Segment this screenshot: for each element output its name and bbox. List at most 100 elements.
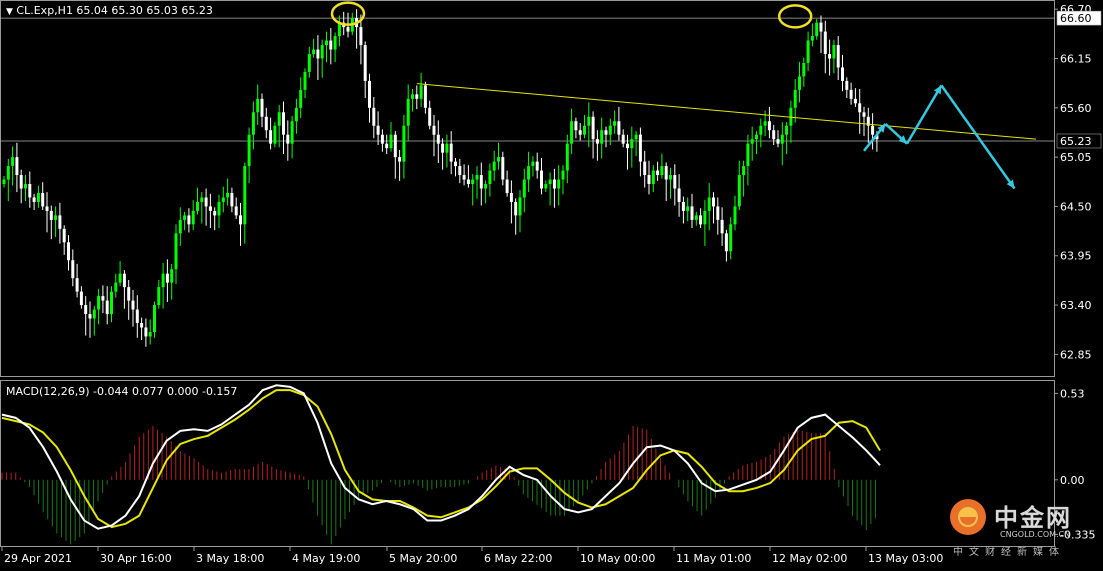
candle-bear: [841, 67, 844, 81]
candle-bear: [346, 27, 350, 32]
candle-bull: [583, 125, 586, 135]
chart-window[interactable]: 66.70 66.15 65.60 65.05 64.50 63.95 63.40 62.85…: [0, 0, 1103, 567]
candle-bull: [815, 22, 819, 37]
candle-bear: [144, 327, 148, 337]
candle-bull: [24, 184, 27, 189]
candle-bull: [660, 166, 664, 176]
candle-bull: [273, 125, 277, 144]
forecast-arrow-segment: [940, 84, 1016, 190]
time-tick-label: 3 May 18:00: [196, 552, 264, 565]
watermark-url: CNGOLD.COM.CN: [1000, 530, 1071, 539]
price-tick-label: 62.85: [1060, 348, 1092, 361]
candle-bear: [208, 206, 212, 211]
forecast-arrow-segment: [905, 84, 943, 145]
candle-bear: [329, 40, 333, 50]
candle-bear: [595, 139, 599, 144]
price-tick-label: 64.50: [1060, 200, 1092, 213]
candle-bear: [673, 175, 677, 189]
candle-bull: [488, 170, 492, 185]
candle-bear: [853, 98, 857, 104]
dropdown-triangle-icon[interactable]: ▼: [6, 7, 13, 17]
candle-bear: [49, 210, 53, 220]
indicator-header: MACD(12,26,9) -0.044 0.077 0.000 -0.157: [6, 385, 238, 398]
price-panel[interactable]: [0, 1, 1054, 347]
candle-bear: [828, 54, 832, 59]
candle-bull: [707, 197, 711, 211]
candle-bear: [140, 322, 144, 328]
candle-bull: [806, 40, 810, 63]
candle-bear: [449, 143, 453, 162]
price-tick-label: 63.40: [1060, 299, 1092, 312]
candle-bull: [785, 125, 789, 135]
candle-bear: [656, 170, 660, 176]
current-price-label: 65.23: [1060, 135, 1092, 148]
candle-bear: [380, 134, 384, 144]
candle-bear: [772, 130, 776, 140]
candle-bull: [561, 170, 565, 180]
candle-bull: [92, 309, 96, 319]
candle-bear: [45, 206, 49, 211]
candle-bear: [724, 233, 728, 252]
candle-bull: [290, 121, 294, 144]
candle-bear: [712, 197, 715, 207]
candle-bull: [251, 112, 255, 135]
candle-bull: [484, 184, 488, 189]
time-tick-label: 11 May 01:00: [676, 552, 751, 565]
candle-bull: [2, 179, 6, 185]
candle-bear: [415, 94, 419, 99]
candle-bear: [626, 143, 629, 149]
candle-bull: [600, 130, 604, 144]
candle-bear: [423, 85, 427, 108]
candle-bull: [802, 62, 806, 77]
chart-canvas[interactable]: 66.7066.1565.6065.0564.5063.9563.4062.85…: [0, 0, 1103, 567]
candle-bear: [578, 130, 582, 135]
candle-bear: [617, 121, 621, 135]
candle-bull: [669, 175, 672, 180]
candle-bear: [462, 175, 466, 180]
candle-bear: [871, 125, 875, 135]
candle-bear: [428, 107, 432, 126]
candle-bull: [217, 201, 221, 216]
candle-bull: [527, 166, 531, 180]
candle-bear: [849, 89, 853, 99]
candle-bear: [716, 206, 720, 220]
time-tick-label: 30 Apr 16:00: [100, 552, 172, 565]
candle-bear: [690, 206, 694, 220]
symbol-info: CL.Exp,H1 65.04 65.30 65.03 65.23: [16, 4, 213, 17]
candle-bear: [230, 192, 234, 207]
candle-bear: [458, 166, 462, 176]
candle-bull: [118, 273, 122, 283]
candle-bull: [389, 134, 393, 149]
candle-bear: [88, 314, 92, 319]
candle-bull: [570, 121, 574, 144]
candle-bull: [221, 197, 225, 202]
macd-tick-label: 0.00: [1060, 474, 1085, 487]
time-tick-label: 5 May 20:00: [389, 552, 457, 565]
macd-panel[interactable]: [1, 384, 881, 545]
candle-bull: [183, 215, 187, 220]
candle-bear: [501, 157, 505, 180]
candle-bull: [548, 179, 552, 185]
candle-bear: [359, 27, 363, 46]
candle-bull: [36, 192, 40, 202]
candle-bear: [15, 157, 19, 176]
candle-bear: [101, 296, 105, 301]
candle-bear: [699, 215, 703, 225]
candle-bull: [750, 139, 754, 144]
time-tick-label: 6 May 22:00: [484, 552, 552, 565]
candle-bear: [234, 206, 238, 216]
candle-bear: [62, 228, 66, 243]
candle-bull: [243, 166, 247, 225]
candle-bear: [393, 134, 397, 158]
time-tick-label: 10 May 00:00: [580, 552, 655, 565]
candle-bull: [11, 157, 15, 167]
price-tick-label: 63.95: [1060, 250, 1092, 263]
candle-bull: [755, 134, 758, 140]
candle-bear: [19, 175, 23, 189]
candle-bear: [540, 170, 543, 189]
resistance-price-label: 66.60: [1060, 12, 1092, 25]
candle-bull: [174, 233, 178, 270]
candle-bear: [239, 215, 242, 225]
candle-bull: [191, 210, 195, 225]
candle-bear: [677, 188, 681, 202]
